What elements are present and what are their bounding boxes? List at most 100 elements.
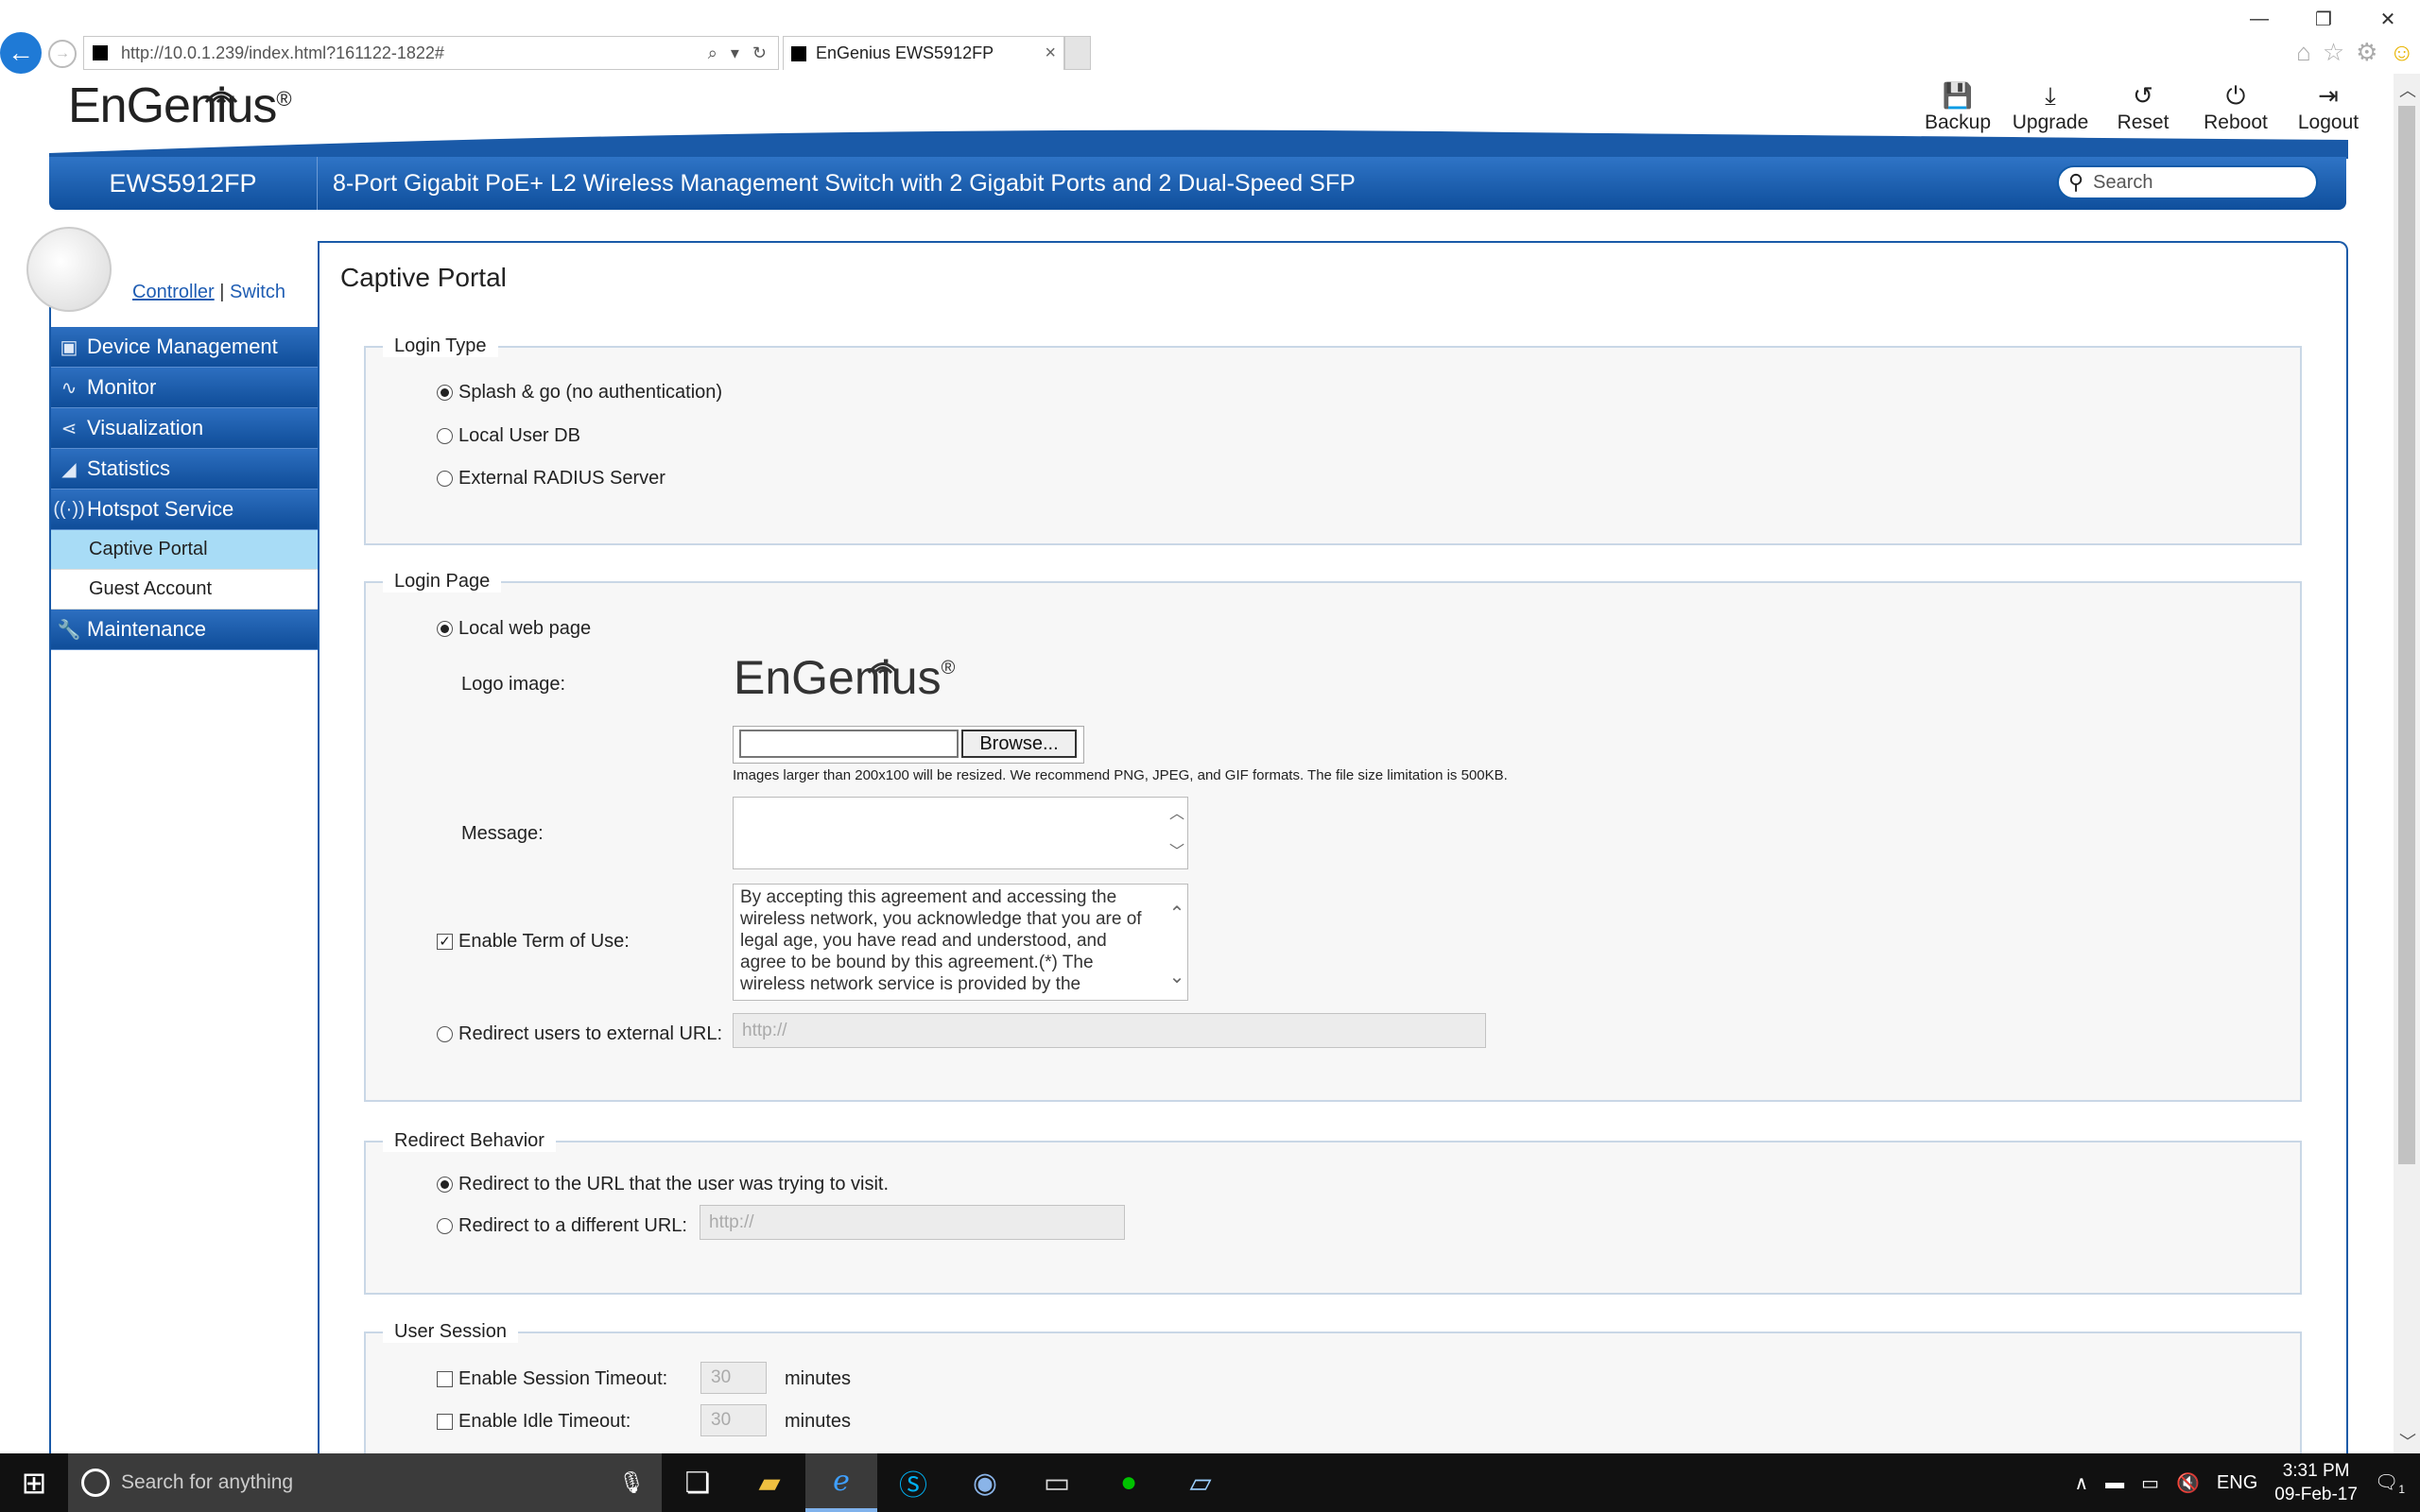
chart-icon: ◢ bbox=[61, 458, 77, 480]
login-type-radius-radio[interactable]: External RADIUS Server bbox=[437, 468, 666, 490]
pulse-icon: ∿ bbox=[60, 377, 78, 399]
user-session-legend: User Session bbox=[383, 1321, 518, 1343]
arrow-right-icon: → bbox=[55, 45, 70, 61]
search-placeholder: Search bbox=[2093, 171, 2153, 193]
browser-toolbar-icons: ⌂ ☆ ⚙ ☺ bbox=[2296, 38, 2420, 68]
search-icon: ⚲ bbox=[2068, 170, 2084, 194]
tab-title: EnGenius EWS5912FP bbox=[816, 43, 994, 62]
message-scrollbar[interactable]: ︿ ﹀ bbox=[1167, 798, 1187, 868]
sidebar-item-statistics[interactable]: ◢ Statistics bbox=[51, 449, 318, 490]
chevron-up-icon[interactable]: ∧ bbox=[2074, 1471, 2088, 1495]
windows-logo-icon: ⊞ bbox=[21, 1466, 47, 1500]
wrench-icon: 🔧 bbox=[57, 619, 81, 641]
address-url[interactable]: http://10.0.1.239/index.html?161122-1822… bbox=[121, 43, 444, 63]
volume-muted-icon[interactable]: 🔇 bbox=[2176, 1471, 2200, 1495]
taskbar-search[interactable]: Search for anything 🎙 bbox=[68, 1453, 662, 1512]
backup-button[interactable]: 💾 Backup bbox=[1911, 79, 2004, 134]
scroll-down-icon[interactable]: ﹀ bbox=[2399, 1429, 2416, 1453]
minimize-button[interactable]: — bbox=[2227, 0, 2291, 38]
login-page-legend: Login Page bbox=[383, 571, 502, 593]
clock-time: 3:31 PM bbox=[2282, 1461, 2350, 1481]
internet-explorer-icon[interactable]: ℯ bbox=[805, 1453, 877, 1512]
redirect-behavior-legend: Redirect Behavior bbox=[383, 1130, 556, 1152]
login-type-legend: Login Type bbox=[383, 335, 498, 357]
session-timeout-checkbox[interactable]: Enable Session Timeout: bbox=[437, 1368, 667, 1390]
wireless-icon: ((·)) bbox=[53, 498, 85, 520]
skype-icon[interactable]: Ⓢ bbox=[877, 1453, 949, 1512]
scroll-up-icon[interactable]: ︿ bbox=[2399, 77, 2416, 102]
upgrade-button[interactable]: ⤓ Upgrade bbox=[2004, 79, 2097, 134]
terms-scrollbar[interactable]: ⌃ ⌄ bbox=[1167, 885, 1187, 1000]
file-explorer-icon[interactable]: ▰ bbox=[734, 1453, 805, 1512]
chevron-down-icon: ⌄ bbox=[1168, 967, 1185, 988]
sidebar-item-maintenance[interactable]: 🔧 Maintenance bbox=[51, 610, 318, 650]
logout-button[interactable]: ⇥ Logout bbox=[2282, 79, 2375, 134]
redirect-external-radio[interactable]: Redirect users to external URL: bbox=[437, 1023, 722, 1045]
terminal-icon[interactable]: ▭ bbox=[1021, 1453, 1093, 1512]
sidebar-subitem-guest-account[interactable]: Guest Account bbox=[51, 570, 318, 610]
home-icon[interactable]: ⌂ bbox=[2296, 38, 2311, 68]
restore-button[interactable]: ❐ bbox=[2291, 0, 2356, 38]
notification-icon[interactable]: 🗨1 bbox=[2375, 1470, 2405, 1496]
logo-image-label: Logo image: bbox=[461, 674, 566, 695]
start-button[interactable]: ⊞ bbox=[0, 1453, 68, 1512]
favorites-star-icon[interactable]: ☆ bbox=[2323, 38, 2344, 68]
redirect-different-url-radio[interactable]: Redirect to a different URL: bbox=[437, 1215, 687, 1237]
local-web-page-radio[interactable]: Local web page bbox=[437, 618, 591, 640]
idle-timeout-checkbox[interactable]: Enable Idle Timeout: bbox=[437, 1411, 631, 1433]
page-scrollbar[interactable]: ︿ ﹀ bbox=[2394, 74, 2420, 1453]
sidebar-subitem-captive-portal[interactable]: Captive Portal bbox=[51, 530, 318, 570]
clock-date: 09-Feb-17 bbox=[2274, 1485, 2358, 1504]
browse-button[interactable]: Browse... bbox=[961, 730, 1077, 758]
different-url-input[interactable]: http:// bbox=[700, 1205, 1125, 1240]
forward-button[interactable]: → bbox=[48, 40, 77, 68]
new-tab-button[interactable] bbox=[1064, 36, 1091, 70]
line-app-icon[interactable]: ● bbox=[1093, 1453, 1165, 1512]
sidebar-item-device-management[interactable]: ▣ Device Management bbox=[51, 327, 318, 368]
session-timeout-input[interactable]: 30 bbox=[700, 1362, 767, 1394]
microphone-icon[interactable]: 🎙 bbox=[618, 1470, 645, 1495]
browser-tab[interactable]: EnGenius EWS5912FP × bbox=[783, 36, 1064, 70]
message-textarea[interactable]: ︿ ﹀ bbox=[733, 797, 1188, 869]
back-button[interactable]: ← bbox=[0, 32, 42, 74]
login-type-splash-radio[interactable]: Splash & go (no authentication) bbox=[437, 382, 722, 404]
terms-text: By accepting this agreement and accessin… bbox=[740, 887, 1142, 994]
dropdown-icon[interactable]: ▾ bbox=[731, 43, 739, 63]
external-url-input[interactable]: http:// bbox=[733, 1013, 1486, 1048]
redirect-original-url-radio[interactable]: Redirect to the URL that the user was tr… bbox=[437, 1174, 889, 1195]
search-icon[interactable]: ⌕ bbox=[708, 43, 717, 63]
view-switch-link[interactable]: Switch bbox=[230, 282, 285, 302]
battery-icon[interactable]: ▬ bbox=[2105, 1472, 2124, 1494]
task-view-icon[interactable]: ❏ bbox=[662, 1453, 734, 1512]
feedback-smiley-icon[interactable]: ☺ bbox=[2389, 38, 2414, 68]
login-type-local-db-radio[interactable]: Local User DB bbox=[437, 425, 580, 447]
reset-button[interactable]: ↺ Reset bbox=[2097, 79, 2189, 134]
notepad-app-icon[interactable]: ▱ bbox=[1165, 1453, 1236, 1512]
view-controller-link[interactable]: Controller bbox=[132, 282, 215, 302]
reboot-button[interactable]: ⏻ Reboot bbox=[2189, 79, 2282, 134]
favicon-icon bbox=[93, 45, 108, 60]
check-icon: ✓ bbox=[437, 934, 453, 950]
idle-timeout-input[interactable]: 30 bbox=[700, 1404, 767, 1436]
enable-terms-checkbox[interactable]: ✓ Enable Term of Use: bbox=[437, 931, 630, 953]
redirect-behavior-group: Redirect Behavior bbox=[364, 1130, 2302, 1295]
chevron-up-icon: ︿ bbox=[1168, 806, 1184, 822]
clock[interactable]: 3:31 PM 09-Feb-17 bbox=[2274, 1459, 2358, 1506]
sidebar-item-monitor[interactable]: ∿ Monitor bbox=[51, 368, 318, 408]
scrollbar-thumb[interactable] bbox=[2398, 106, 2415, 1164]
sidebar-item-hotspot-service[interactable]: ((·)) Hotspot Service bbox=[51, 490, 318, 530]
chevron-up-icon: ⌃ bbox=[1168, 903, 1185, 924]
header-search-input[interactable]: ⚲ Search bbox=[2057, 165, 2318, 199]
settings-gear-icon[interactable]: ⚙ bbox=[2356, 38, 2377, 68]
webcam-app-icon[interactable]: ◉ bbox=[949, 1453, 1021, 1512]
close-window-button[interactable]: ✕ bbox=[2356, 0, 2420, 38]
network-icon[interactable]: ▭ bbox=[2141, 1471, 2159, 1495]
language-indicator[interactable]: ENG bbox=[2217, 1472, 2257, 1494]
refresh-icon[interactable]: ↻ bbox=[752, 43, 767, 63]
terms-textarea[interactable]: By accepting this agreement and accessin… bbox=[733, 884, 1188, 1001]
address-bar[interactable]: http://10.0.1.239/index.html?161122-1822… bbox=[83, 36, 779, 70]
system-tray: ∧ ▬ ▭ 🔇 ENG 3:31 PM 09-Feb-17 🗨1 bbox=[2074, 1459, 2420, 1506]
logo-file-input[interactable] bbox=[739, 730, 959, 758]
close-tab-icon[interactable]: × bbox=[1045, 43, 1063, 64]
sidebar-item-visualization[interactable]: ⋖ Visualization bbox=[51, 408, 318, 449]
